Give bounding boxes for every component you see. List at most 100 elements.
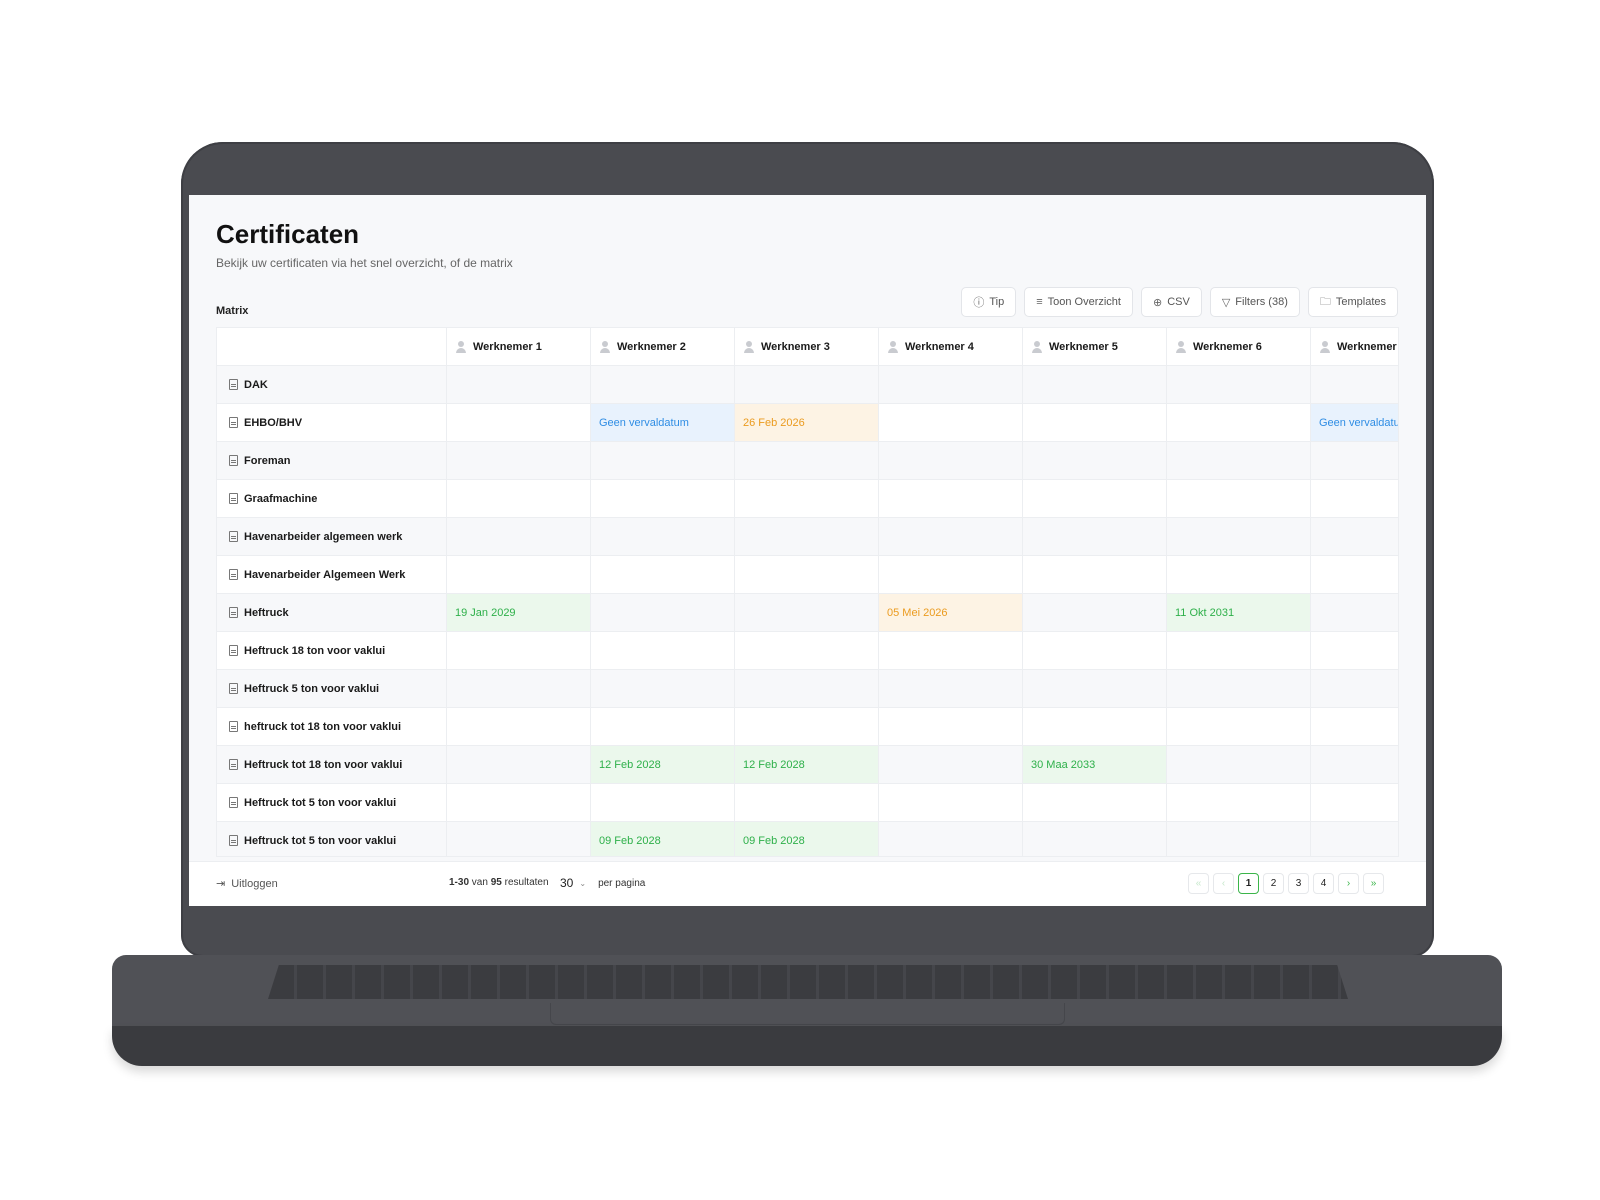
laptop-keyboard: [268, 965, 1348, 999]
tip-button-label: Tip: [989, 296, 1005, 308]
certificate-name-cell[interactable]: Heftruck tot 5 ton voor vaklui: [217, 822, 446, 856]
csv-button[interactable]: ⊕ CSV: [1140, 287, 1202, 317]
empty-cell: [734, 784, 878, 821]
empty-cell: [1166, 366, 1310, 403]
first-page-button[interactable]: «: [1188, 873, 1209, 894]
certificate-name-cell[interactable]: Graafmachine: [217, 480, 446, 517]
certificate-name-cell[interactable]: Heftruck: [217, 594, 446, 631]
certificate-date-cell[interactable]: 05 Mei 2026: [878, 594, 1022, 631]
certificate-name-cell[interactable]: Heftruck tot 18 ton voor vaklui: [217, 746, 446, 783]
folder-icon: 🗀: [1319, 295, 1331, 308]
empty-cell: [1166, 708, 1310, 745]
certificate-name-cell[interactable]: DAK: [217, 366, 446, 403]
section-label-matrix: Matrix: [216, 305, 249, 317]
logout-link[interactable]: ⇥ Uitloggen: [216, 877, 278, 891]
results-total: 95: [490, 877, 502, 888]
certificate-date-cell[interactable]: Geen vervaldatum: [1310, 404, 1398, 441]
templates-button[interactable]: 🗀 Templates: [1307, 287, 1398, 317]
column-header-employee[interactable]: Werknemer 5: [1022, 328, 1166, 365]
certificate-name-cell[interactable]: Havenarbeider algemeen werk: [217, 518, 446, 555]
certificate-name: Graafmachine: [244, 492, 318, 505]
certificate-name-cell[interactable]: heftruck tot 18 ton voor vaklui: [217, 708, 446, 745]
user-avatar-icon: [1031, 340, 1043, 353]
certificate-date-cell[interactable]: 12 Feb 2028: [590, 746, 734, 783]
certificate-name-cell[interactable]: Heftruck 18 ton voor vaklui: [217, 632, 446, 669]
column-header-employee[interactable]: Werknemer 6: [1166, 328, 1310, 365]
empty-cell: [1310, 518, 1398, 555]
column-header-employee[interactable]: Werknemer 7: [1310, 328, 1398, 365]
page-button[interactable]: 4: [1313, 873, 1334, 894]
user-avatar-icon: [599, 340, 611, 353]
certificate-date-cell[interactable]: 12 Feb 2028: [734, 746, 878, 783]
certificate-date-cell[interactable]: 09 Feb 2028: [590, 822, 734, 856]
user-avatar-icon: [1175, 340, 1187, 353]
column-header-employee[interactable]: Werknemer 2: [590, 328, 734, 365]
empty-cell: [1310, 442, 1398, 479]
column-header-label: Werknemer 5: [1049, 340, 1118, 353]
certificate-date-cell[interactable]: 30 Maa 2033: [1022, 746, 1166, 783]
certificate-date-cell[interactable]: 11 Okt 2031: [1166, 594, 1310, 631]
results-range: 1-30: [449, 877, 470, 888]
tip-button[interactable]: ⓘ Tip: [961, 287, 1017, 317]
empty-cell: [446, 366, 590, 403]
certificate-name-cell[interactable]: Heftruck tot 5 ton voor vaklui: [217, 784, 446, 821]
certificate-date-cell[interactable]: Geen vervaldatum: [590, 404, 734, 441]
table-row: Heftruck 19 Jan 2029 05 Mei 2026 11 Okt 203…: [217, 594, 1398, 632]
certificate-date-cell[interactable]: 19 Jan 2029: [446, 594, 590, 631]
certificate-date-cell[interactable]: 09 Feb 2028: [734, 822, 878, 856]
certificate-name: Foreman: [244, 454, 291, 467]
empty-cell: [590, 556, 734, 593]
logout-icon: ⇥: [216, 878, 226, 890]
per-page-control: 30 ⌄ per pagina: [556, 873, 645, 893]
empty-cell: [590, 784, 734, 821]
column-header-employee[interactable]: Werknemer 4: [878, 328, 1022, 365]
certificate-name-cell[interactable]: EHBO/BHV: [217, 404, 446, 441]
empty-cell: [590, 670, 734, 707]
empty-cell: [1310, 784, 1398, 821]
empty-cell: [1166, 480, 1310, 517]
column-header-employee[interactable]: Werknemer 1: [446, 328, 590, 365]
empty-cell: [734, 556, 878, 593]
empty-cell: [1166, 518, 1310, 555]
empty-cell: [734, 442, 878, 479]
certificate-name-cell[interactable]: Foreman: [217, 442, 446, 479]
empty-cell: [590, 480, 734, 517]
empty-cell: [590, 442, 734, 479]
page-button[interactable]: 3: [1288, 873, 1309, 894]
overview-button[interactable]: ≡ Toon Overzicht: [1024, 287, 1133, 317]
empty-cell: [1166, 442, 1310, 479]
certificate-matrix: Werknemer 1 Werknemer 2 Werknemer 3 Werknem…: [216, 327, 1399, 857]
per-page-select[interactable]: 30 ⌄: [556, 873, 590, 893]
empty-cell: [1166, 556, 1310, 593]
last-page-button[interactable]: »: [1363, 873, 1384, 894]
user-avatar-icon: [887, 340, 899, 353]
certificate-name: Heftruck tot 5 ton voor vaklui: [244, 834, 397, 847]
footer-bar: ⇥ Uitloggen 1-30 van 95 resultaten 30 ⌄ …: [189, 861, 1426, 906]
page-button[interactable]: 1: [1238, 873, 1259, 894]
filters-button[interactable]: ▽ Filters (38): [1209, 287, 1300, 317]
empty-cell: [1166, 670, 1310, 707]
empty-cell: [1310, 594, 1398, 631]
certificate-name: Heftruck tot 18 ton voor vaklui: [244, 758, 403, 771]
document-icon: [229, 455, 238, 466]
empty-cell: [1166, 404, 1310, 441]
empty-cell: [1022, 366, 1166, 403]
certificate-name: EHBO/BHV: [244, 416, 303, 429]
next-page-button[interactable]: ›: [1338, 873, 1359, 894]
page-button[interactable]: 2: [1263, 873, 1284, 894]
table-row: Havenarbeider algemeen werk: [217, 518, 1398, 556]
empty-cell: [1166, 784, 1310, 821]
toolbar: ⓘ Tip ≡ Toon Overzicht ⊕ CSV ▽ Filters (…: [961, 287, 1398, 317]
certificate-name: Heftruck 5 ton voor vaklui: [244, 682, 380, 695]
empty-cell: [1022, 784, 1166, 821]
prev-page-button[interactable]: ‹: [1213, 873, 1234, 894]
column-header-employee[interactable]: Werknemer 3: [734, 328, 878, 365]
page-title: Certificaten: [216, 219, 360, 249]
document-icon: [229, 645, 238, 656]
laptop-base-bottom: [112, 1026, 1502, 1066]
empty-cell: [1022, 594, 1166, 631]
certificate-name-cell[interactable]: Heftruck 5 ton voor vaklui: [217, 670, 446, 707]
certificate-name-cell[interactable]: Havenarbeider Algemeen Werk: [217, 556, 446, 593]
empty-cell: [734, 670, 878, 707]
certificate-date-cell[interactable]: 26 Feb 2026: [734, 404, 878, 441]
